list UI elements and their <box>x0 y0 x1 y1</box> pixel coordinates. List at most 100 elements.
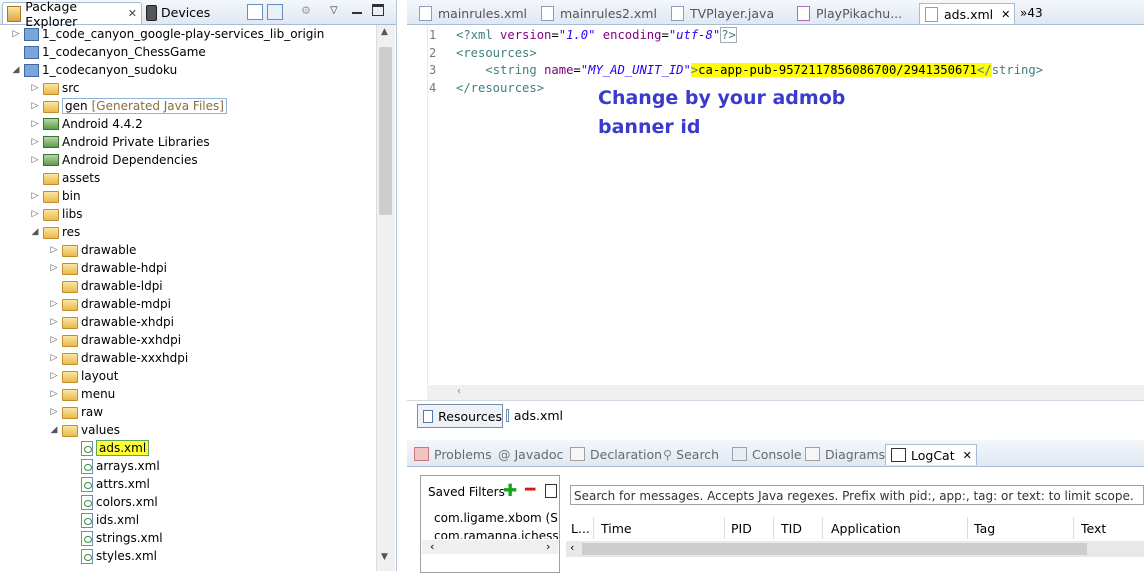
tab-declaration[interactable]: Declaration <box>570 444 662 464</box>
collapsed-arrow-icon[interactable]: ▷ <box>48 317 60 327</box>
tab-package-explorer[interactable]: Package Explorer ✕ <box>2 0 142 29</box>
expanded-arrow-icon[interactable]: ◢ <box>29 227 41 237</box>
close-icon[interactable]: ✕ <box>128 7 137 20</box>
filters-horizontal-scrollbar[interactable]: ‹ › <box>422 540 558 554</box>
collapsed-arrow-icon[interactable]: ▷ <box>48 353 60 363</box>
column-header-pid[interactable]: PID <box>731 521 752 536</box>
collapse-all-icon[interactable] <box>247 4 263 20</box>
tree-item[interactable]: attrs.xml <box>67 475 150 493</box>
tree-item[interactable]: ▷ drawable-mdpi <box>48 295 171 313</box>
column-header-text[interactable]: Text <box>1081 521 1106 536</box>
logcat-search-input[interactable]: Search for messages. Accepts Java regexe… <box>570 485 1144 505</box>
tab-devices[interactable]: Devices <box>142 2 232 23</box>
tree-item[interactable]: ▷ gen [Generated Java Files] <box>29 97 227 115</box>
column-header-time[interactable]: Time <box>601 521 632 536</box>
collapsed-arrow-icon[interactable]: ▷ <box>48 335 60 345</box>
collapsed-arrow-icon[interactable]: ▷ <box>29 155 41 165</box>
scrollbar-thumb[interactable] <box>582 543 1087 555</box>
tab-javadoc[interactable]: @ Javadoc <box>498 444 563 464</box>
tree-item[interactable]: ▷ drawable <box>48 241 136 259</box>
tree-item[interactable]: ads.xml <box>67 439 150 457</box>
more-tabs-button[interactable]: »43 <box>1020 3 1043 23</box>
maximize-icon[interactable] <box>372 4 384 16</box>
editor-tab-playpikachu[interactable]: PlayPikachu... <box>797 3 915 23</box>
column-header-tag[interactable]: Tag <box>974 521 995 536</box>
tree-item[interactable]: assets <box>29 169 100 187</box>
tree-item[interactable]: styles.xml <box>67 547 157 565</box>
editor-tab-mainrules2[interactable]: mainrules2.xml <box>541 3 659 23</box>
column-header-tid[interactable]: TID <box>781 521 802 536</box>
collapsed-arrow-icon[interactable]: ▷ <box>29 137 41 147</box>
tree-item[interactable]: ▷ 1_code_canyon_google-play-services_lib_… <box>10 25 325 43</box>
tree-item[interactable]: ▷ drawable-xxhdpi <box>48 331 181 349</box>
collapsed-arrow-icon[interactable]: ▷ <box>10 29 22 39</box>
tree-item[interactable]: ▷ Android Dependencies <box>29 151 198 169</box>
filter-item[interactable]: com.ligame.xbom (Se <box>434 511 558 525</box>
page-tab-ads-xml[interactable]: ads.xml <box>501 404 563 426</box>
scroll-right-icon[interactable]: › <box>546 540 550 553</box>
expanded-arrow-icon[interactable]: ◢ <box>10 65 22 75</box>
filter-item[interactable]: com.ramanna.ichess ( <box>434 529 558 539</box>
tab-search[interactable]: ⚲ Search <box>663 444 719 464</box>
tree-item[interactable]: 1_codecanyon_ChessGame <box>10 43 206 61</box>
editor-tab-tvplayer[interactable]: TVPlayer.java <box>671 3 781 23</box>
minimize-icon[interactable] <box>352 4 362 14</box>
collapsed-arrow-icon[interactable]: ▷ <box>29 119 41 129</box>
tree-item[interactable]: ▷ bin <box>29 187 81 205</box>
collapsed-arrow-icon[interactable]: ▷ <box>29 191 41 201</box>
scroll-left-icon[interactable]: ‹ <box>570 541 574 554</box>
tab-diagrams[interactable]: Diagrams <box>805 444 885 464</box>
view-menu-icon[interactable]: ⚙ <box>301 4 315 18</box>
ad-unit-id-value[interactable]: ca-app-pub-9572117856086700/2941350671 <box>698 63 977 77</box>
collapsed-arrow-icon[interactable]: ▷ <box>48 407 60 417</box>
expanded-arrow-icon[interactable]: ◢ <box>48 425 60 435</box>
collapsed-arrow-icon[interactable]: ▷ <box>48 245 60 255</box>
collapsed-arrow-icon[interactable]: ▷ <box>48 371 60 381</box>
tree-item[interactable]: ▷ src <box>29 79 80 97</box>
tree-item[interactable]: ▷ layout <box>48 367 118 385</box>
tree-item[interactable]: ▷ libs <box>29 205 83 223</box>
tab-console[interactable]: Console <box>732 444 802 464</box>
page-tab-resources[interactable]: Resources <box>417 404 503 428</box>
editor-tab-ads[interactable]: ads.xml ✕ <box>919 3 1015 24</box>
column-header-level[interactable]: L... <box>571 521 590 536</box>
collapsed-arrow-icon[interactable]: ▷ <box>48 299 60 309</box>
tree-item[interactable]: ◢ values <box>48 421 120 439</box>
add-filter-icon[interactable]: ✚ <box>503 481 517 501</box>
close-icon[interactable]: ✕ <box>1001 8 1010 21</box>
tree-item[interactable]: strings.xml <box>67 529 163 547</box>
tree-item[interactable]: ▷ drawable-xhdpi <box>48 313 174 331</box>
editor-tab-mainrules[interactable]: mainrules.xml <box>419 3 529 23</box>
tree-item[interactable]: colors.xml <box>67 493 158 511</box>
collapsed-arrow-icon[interactable]: ▷ <box>48 389 60 399</box>
tree-item[interactable]: ▷ drawable-xxxhdpi <box>48 349 188 367</box>
scroll-left-icon[interactable]: ‹ <box>430 540 434 553</box>
tree-item[interactable]: ids.xml <box>67 511 139 529</box>
tree-item[interactable]: ▷ Android 4.4.2 <box>29 115 143 133</box>
link-with-editor-icon[interactable] <box>267 4 283 20</box>
tab-problems[interactable]: Problems <box>414 444 492 464</box>
scroll-down-icon[interactable]: ▼ <box>381 552 388 562</box>
scroll-left-icon[interactable]: ‹ <box>457 386 461 397</box>
xml-editor[interactable]: 1 2 3 4 <?xml version="1.0" encoding="ut… <box>407 25 1144 385</box>
tab-logcat[interactable]: LogCat ✕ <box>885 444 977 465</box>
tree-item[interactable]: ▷ raw <box>48 403 103 421</box>
scrollbar-thumb[interactable] <box>379 47 392 215</box>
logcat-horizontal-scrollbar[interactable]: ‹ <box>566 541 1144 557</box>
editor-horizontal-scrollbar[interactable]: ‹ <box>427 385 1144 400</box>
tree-item[interactable]: ▷ Android Private Libraries <box>29 133 210 151</box>
remove-filter-icon[interactable]: ━ <box>525 480 535 500</box>
tree-vertical-scrollbar[interactable]: ▲ ▼ <box>376 25 395 571</box>
scroll-up-icon[interactable]: ▲ <box>381 27 388 37</box>
tree-item[interactable]: ◢ 1_codecanyon_sudoku <box>10 61 178 79</box>
collapsed-arrow-icon[interactable]: ▷ <box>29 101 41 111</box>
edit-filter-icon[interactable] <box>545 484 557 498</box>
tree-item[interactable]: ◢ res <box>29 223 80 241</box>
collapsed-arrow-icon[interactable]: ▷ <box>29 209 41 219</box>
tree-item[interactable]: ▷ drawable-hdpi <box>48 259 167 277</box>
collapsed-arrow-icon[interactable]: ▷ <box>48 263 60 273</box>
close-icon[interactable]: ✕ <box>963 449 972 462</box>
chevron-down-icon[interactable]: ▽ <box>330 4 344 18</box>
tree-item[interactable]: drawable-ldpi <box>48 277 163 295</box>
column-header-application[interactable]: Application <box>831 521 901 536</box>
